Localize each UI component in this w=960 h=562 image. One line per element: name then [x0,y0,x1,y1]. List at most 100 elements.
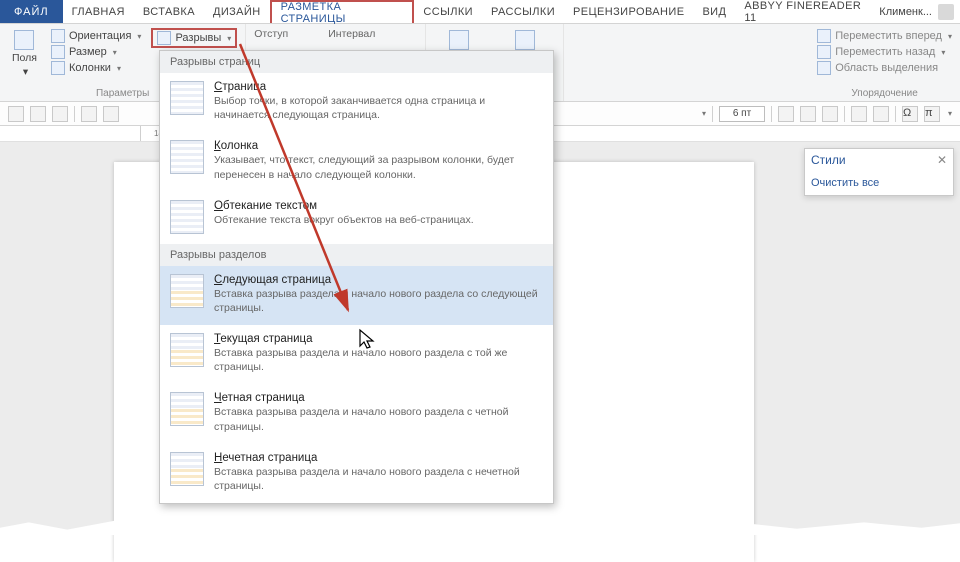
styles-title: Стили [811,153,846,167]
chevron-down-icon: ▾ [113,48,117,57]
item-title: ледующая страница [222,274,331,286]
tab-design[interactable]: ДИЗАЙН [204,0,270,23]
chevron-down-icon[interactable]: ▾ [702,109,706,118]
item-desc: Вставка разрыва раздела и начало нового … [214,346,543,374]
selection-pane-label: Область выделения [835,62,938,74]
tab-insert[interactable]: ВСТАВКА [134,0,204,23]
styles-clear-all[interactable]: Очистить все [805,171,953,195]
chevron-down-icon[interactable]: ▾ [948,109,952,118]
item-desc: Обтекание текста вокруг объектов на веб-… [214,213,474,227]
chevron-down-icon: ▾ [23,66,28,78]
break-column[interactable]: Колонка Указывает, что текст, следующий … [160,132,553,191]
qat-omega-icon[interactable]: Ω [902,106,918,122]
columns-icon [51,61,65,75]
qat-pi-icon[interactable]: π [924,106,940,122]
selection-pane-icon [817,61,831,75]
qat-icon[interactable] [873,106,889,122]
orientation-button[interactable]: Ориентация ▾ [51,28,141,44]
send-backward-icon [817,45,831,59]
separator [74,106,75,122]
wrap-icon [515,30,535,50]
item-desc: Указывает, что текст, следующий за разры… [214,153,543,181]
section-header-section-breaks: Разрывы разделов [160,244,553,266]
mnemonic: О [214,200,223,212]
breaks-dropdown: Разрывы страниц Страница Выбор точки, в … [159,50,554,504]
separator [712,106,713,122]
section-break-even-page[interactable]: Четная страница Вставка разрыва раздела … [160,384,553,443]
orientation-label: Ориентация [69,30,131,42]
mnemonic: Ч [214,392,222,404]
margins-button[interactable]: Поля ▾ [8,28,41,86]
columns-label: Колонки [69,62,111,74]
break-page-icon [170,81,204,115]
section-odd-icon [170,452,204,486]
ribbon-group-arrange: Переместить вперед ▾ Переместить назад▾ О… [809,24,960,101]
section-continuous-icon [170,333,204,367]
break-column-icon [170,140,204,174]
section-next-page-icon [170,274,204,308]
break-page[interactable]: Страница Выбор точки, в которой заканчив… [160,73,553,132]
avatar [938,4,954,20]
qat-icon[interactable] [851,106,867,122]
mnemonic: К [214,140,221,152]
section-break-odd-page[interactable]: Нечетная страница Вставка разрыва раздел… [160,444,553,503]
item-title: екущая страница [220,333,312,345]
spacing-value[interactable]: 6 пт [719,106,765,122]
separator [895,106,896,122]
margins-icon [14,30,34,50]
item-desc: Вставка разрыва раздела и начало нового … [214,287,543,315]
tab-references[interactable]: ССЫЛКИ [414,0,482,23]
close-icon[interactable]: ✕ [937,153,947,167]
user-name: Клименк... [879,6,932,18]
separator [844,106,845,122]
item-desc: Вставка разрыва раздела и начало нового … [214,405,543,433]
tab-view[interactable]: ВИД [693,0,735,23]
item-title: олонка [221,140,258,152]
group-label-arrange: Упорядочение [817,86,952,99]
item-desc: Вставка разрыва раздела и начало нового … [214,465,543,493]
file-tab[interactable]: ФАЙЛ [0,0,63,23]
qat-undo-icon[interactable] [81,106,97,122]
tab-review[interactable]: РЕЦЕНЗИРОВАНИЕ [564,0,693,23]
chevron-down-icon: ▾ [941,48,945,57]
qat-icon[interactable] [822,106,838,122]
bring-forward-icon [817,29,831,43]
qat-save-icon[interactable] [52,106,68,122]
section-break-continuous[interactable]: Текущая страница Вставка разрыва раздела… [160,325,553,384]
chevron-down-icon: ▾ [117,64,121,73]
bring-forward-button[interactable]: Переместить вперед ▾ [817,28,952,44]
item-title: траница [222,81,266,93]
break-text-wrapping[interactable]: Обтекание текстом Обтекание текста вокру… [160,192,553,244]
tab-home[interactable]: ГЛАВНАЯ [63,0,134,23]
tab-mailings[interactable]: РАССЫЛКИ [482,0,564,23]
tab-abbyy[interactable]: ABBYY FineReader 11 [735,0,879,23]
bring-forward-label: Переместить вперед [835,30,942,42]
qat-icon[interactable] [800,106,816,122]
margins-label: Поля [12,52,37,64]
size-button[interactable]: Размер ▾ [51,44,141,60]
qat-icon[interactable] [778,106,794,122]
send-backward-button[interactable]: Переместить назад▾ [817,44,952,60]
section-header-page-breaks: Разрывы страниц [160,51,553,73]
columns-button[interactable]: Колонки ▾ [51,60,141,76]
styles-pane: Стили ✕ Очистить все [804,148,954,196]
qat-open-icon[interactable] [30,106,46,122]
section-break-next-page[interactable]: Следующая страница Вставка разрыва разде… [160,266,553,325]
menu-bar: ФАЙЛ ГЛАВНАЯ ВСТАВКА ДИЗАЙН РАЗМЕТКА СТР… [0,0,960,24]
size-label: Размер [69,46,107,58]
item-title: етная страница [222,392,305,404]
item-title: ечетная страница [222,452,317,464]
qat-new-icon[interactable] [8,106,24,122]
orientation-icon [51,29,65,43]
user-area[interactable]: Клименк... [879,0,960,23]
chevron-down-icon: ▾ [227,34,231,43]
breaks-label: Разрывы [175,32,221,44]
breaks-button[interactable]: Разрывы ▾ [151,28,237,48]
break-wrap-icon [170,200,204,234]
separator [771,106,772,122]
chevron-down-icon: ▾ [948,32,952,41]
qat-redo-icon[interactable] [103,106,119,122]
tab-page-layout[interactable]: РАЗМЕТКА СТРАНИЦЫ [270,0,415,23]
breaks-icon [157,31,171,45]
selection-pane-button[interactable]: Область выделения [817,60,952,76]
